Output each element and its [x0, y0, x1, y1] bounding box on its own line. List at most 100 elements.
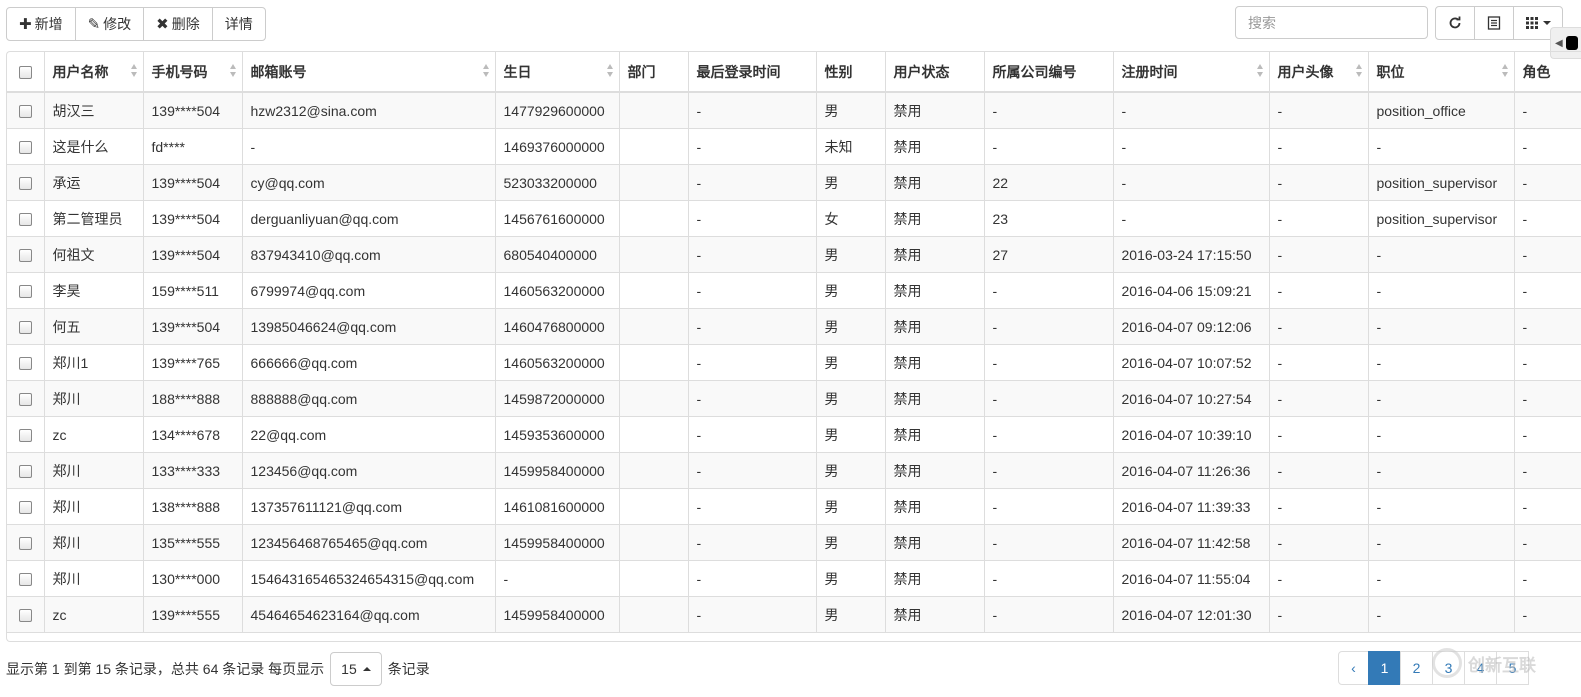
table-cell: 1461081600000 — [495, 488, 620, 525]
table-cell: - — [688, 344, 817, 381]
table-cell — [619, 416, 689, 453]
refresh-button[interactable] — [1435, 6, 1475, 40]
row-checkbox-cell[interactable] — [7, 164, 45, 201]
row-checkbox[interactable] — [18, 537, 32, 551]
table-cell: 何五 — [44, 308, 144, 345]
edit-button[interactable]: ✎ 修改 — [74, 7, 145, 41]
select-all-checkbox-cell[interactable] — [7, 52, 45, 93]
table-cell: 2016-04-07 11:55:04 — [1113, 560, 1270, 597]
row-checkbox[interactable] — [18, 429, 32, 443]
table-row[interactable]: 第二管理员 139****504 derguanliyuan@qq.com 14567… — [7, 200, 1581, 237]
row-checkbox-cell[interactable] — [7, 200, 45, 237]
page-button-5[interactable]: 5 — [1496, 651, 1529, 685]
select-all-checkbox[interactable] — [18, 66, 32, 80]
table-row[interactable]: 郑川 130****000 154643165465324654315@qq.com… — [7, 560, 1581, 597]
table-cell — [619, 272, 689, 309]
table-cell: - — [984, 596, 1114, 633]
detail-button[interactable]: 详情 — [211, 7, 266, 41]
row-checkbox-cell[interactable] — [7, 560, 45, 597]
table-cell: 胡汉三 — [44, 92, 144, 129]
table-row[interactable]: 郑川 133****333 123456@qq.com 1459958400000- 男… — [7, 452, 1581, 489]
table-cell — [619, 488, 689, 525]
table-row[interactable]: 郑川 188****888 888888@qq.com 1459872000000- 男… — [7, 380, 1581, 417]
table-cell: - — [1368, 416, 1515, 453]
page-button-2[interactable]: 2 — [1400, 651, 1433, 685]
table-row[interactable]: 胡汉三 139****504 hzw2312@sina.com 14779296000… — [7, 92, 1581, 129]
row-checkbox-cell[interactable] — [7, 380, 45, 417]
page-button-1[interactable]: 1 — [1368, 651, 1401, 685]
table-cell: 22 — [984, 164, 1114, 201]
row-checkbox[interactable] — [18, 321, 32, 335]
row-checkbox[interactable] — [18, 177, 32, 191]
row-checkbox[interactable] — [18, 285, 32, 299]
row-checkbox-cell[interactable] — [7, 92, 45, 129]
table-row[interactable]: 郑川1 139****765 666666@qq.com 1460563200000 -… — [7, 344, 1581, 381]
row-checkbox-cell[interactable] — [7, 272, 45, 309]
row-checkbox-cell[interactable] — [7, 344, 45, 381]
row-checkbox[interactable] — [18, 105, 32, 119]
table-row[interactable]: zc 139****555 45464654623164@qq.com 1459958… — [7, 596, 1581, 633]
table-cell: 1459958400000 — [495, 452, 620, 489]
row-checkbox-cell[interactable] — [7, 452, 45, 489]
sort-icon — [1355, 64, 1362, 78]
row-checkbox[interactable] — [18, 393, 32, 407]
table-row[interactable]: zc 134****678 22@qq.com 1459353600000- 男禁用 -2… — [7, 416, 1581, 453]
table-cell: - — [1269, 236, 1369, 273]
pagination: ‹ 1 2 3 4 5 — [1338, 651, 1529, 685]
row-checkbox[interactable] — [18, 213, 32, 227]
table-cell: 2016-04-07 10:27:54 — [1113, 380, 1270, 417]
row-checkbox-cell[interactable] — [7, 236, 45, 273]
row-checkbox-cell[interactable] — [7, 524, 45, 561]
row-checkbox[interactable] — [18, 357, 32, 371]
row-checkbox-cell[interactable] — [7, 488, 45, 525]
row-checkbox[interactable] — [18, 141, 32, 155]
table-cell — [619, 452, 689, 489]
column-header[interactable]: 手机号码 — [143, 52, 243, 93]
table-cell: 680540400000 — [495, 236, 620, 273]
table-row[interactable]: 郑川 135****555 123456468765465@qq.com 145995… — [7, 524, 1581, 561]
column-header: 角色 — [1514, 52, 1581, 93]
row-checkbox[interactable] — [18, 465, 32, 479]
detail-button-label: 详情 — [224, 16, 253, 32]
table-cell: - — [1368, 344, 1515, 381]
page-size-dropdown[interactable]: 15 — [330, 652, 382, 686]
table-cell: 男 — [816, 524, 886, 561]
table-cell: - — [1368, 308, 1515, 345]
table-cell — [619, 128, 689, 165]
page-prev-button[interactable]: ‹ — [1338, 651, 1369, 685]
row-checkbox-cell[interactable] — [7, 416, 45, 453]
column-header[interactable]: 用户名称 — [44, 52, 144, 93]
column-header[interactable]: 邮箱账号 — [242, 52, 496, 93]
table-cell: - — [1514, 200, 1581, 237]
row-checkbox-cell[interactable] — [7, 596, 45, 633]
column-header[interactable]: 职位 — [1368, 52, 1515, 93]
table-row[interactable]: 这是什么 fd**** -1469376000000- 未知 禁用 - - - - - — [7, 128, 1581, 165]
column-header[interactable]: 注册时间 — [1113, 52, 1270, 93]
table-cell: - — [1514, 560, 1581, 597]
row-checkbox-cell[interactable] — [7, 128, 45, 165]
delete-button[interactable]: ✖ 删除 — [143, 7, 213, 41]
search-input[interactable] — [1235, 6, 1428, 39]
row-checkbox-cell[interactable] — [7, 308, 45, 345]
table-row[interactable]: 李昊 159****511 6799974@qq.com 1460563200000 -… — [7, 272, 1581, 309]
page-button-3[interactable]: 3 — [1432, 651, 1465, 685]
row-checkbox[interactable] — [18, 573, 32, 587]
table-cell: 禁用 — [885, 272, 985, 309]
table-cell: - — [688, 200, 817, 237]
toggle-view-button[interactable] — [1474, 6, 1514, 40]
table-row[interactable]: 何五 139****504 13985046624@qq.com 1460476800… — [7, 308, 1581, 345]
table-cell: - — [1113, 92, 1270, 129]
table-row[interactable]: 承运 139****504 cy@qq.com 523033200000- 男禁用 22-… — [7, 164, 1581, 201]
table-row[interactable]: 郑川 138****888 137357611121@qq.com 146108160… — [7, 488, 1581, 525]
side-tab-icon — [1565, 36, 1578, 50]
column-header[interactable]: 用户头像 — [1269, 52, 1369, 93]
row-checkbox[interactable] — [18, 609, 32, 623]
page-button-4[interactable]: 4 — [1464, 651, 1497, 685]
table-row[interactable]: 何祖文 139****504 837943410@qq.com 68054040000… — [7, 236, 1581, 273]
row-checkbox[interactable] — [18, 501, 32, 515]
add-button[interactable]: ✚ 新增 — [6, 7, 76, 41]
toolbar: ✚ 新增 ✎ 修改 ✖ 删除 详情 — [6, 7, 266, 41]
column-header[interactable]: 生日 — [495, 52, 620, 93]
row-checkbox[interactable] — [18, 249, 32, 263]
table-cell: - — [1514, 344, 1581, 381]
